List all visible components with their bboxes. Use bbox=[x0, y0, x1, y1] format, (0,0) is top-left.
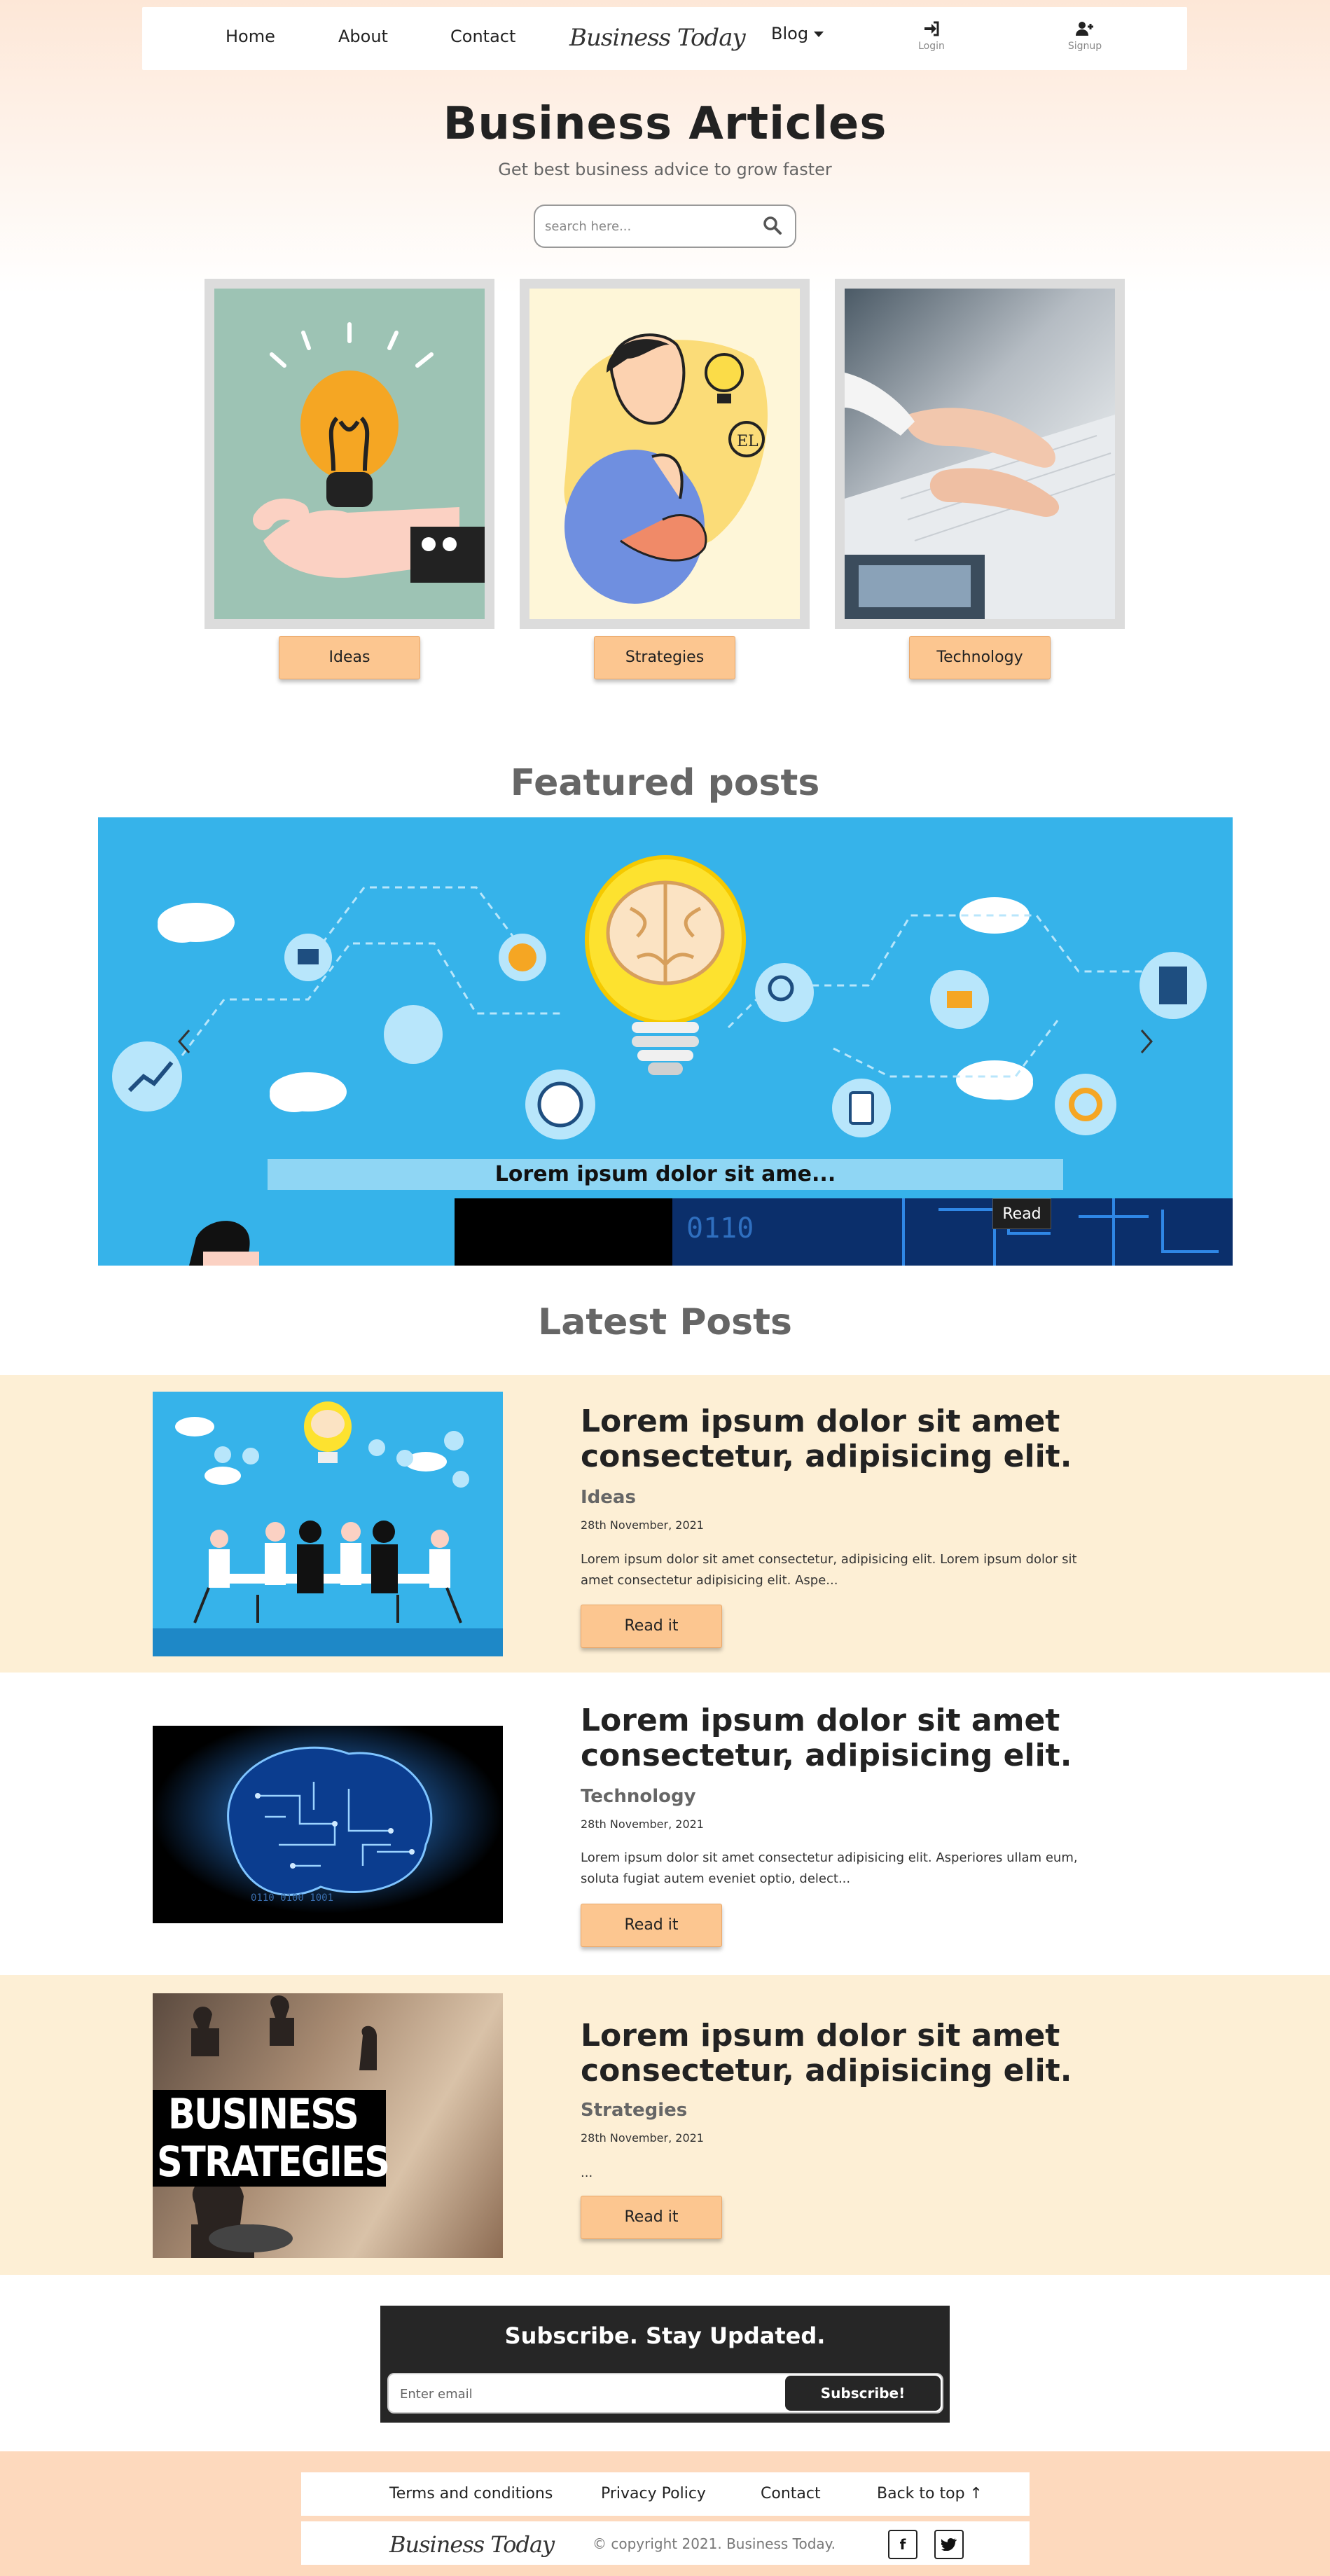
navbar: Home About Contact Business Today Blog L… bbox=[142, 7, 1187, 70]
nav-blog-label: Blog bbox=[771, 24, 809, 43]
privacy-link[interactable]: Privacy Policy bbox=[601, 2485, 706, 2502]
post-row: 0110 0100 1001 Lorem ipsum dolor sit ame… bbox=[0, 1673, 1330, 1975]
subscribe-title: Subscribe. Stay Updated. bbox=[504, 2322, 826, 2349]
read-it-button[interactable]: Read it bbox=[581, 1605, 722, 1648]
image-text-business: BUSINESS bbox=[168, 2090, 359, 2139]
post-date: 28th November, 2021 bbox=[581, 1518, 704, 1532]
brand-logo[interactable]: Business Today bbox=[569, 24, 746, 52]
post-category: Strategies bbox=[581, 2100, 688, 2121]
featured-carousel[interactable]: 0110 Lorem ipsum dolor sit ame... Read bbox=[98, 817, 1233, 1266]
nav-contact-link[interactable]: Contact bbox=[450, 27, 515, 46]
subscribe-button[interactable]: Subscribe! bbox=[785, 2376, 941, 2411]
chevron-right-icon bbox=[1140, 1030, 1153, 1053]
carousel-next-button[interactable] bbox=[1136, 1026, 1157, 1057]
nav-home-link[interactable]: Home bbox=[226, 27, 275, 46]
post-title[interactable]: Lorem ipsum dolor sit amet consectetur, … bbox=[581, 2018, 1211, 2089]
copyright-text: © copyright 2021. Business Today. bbox=[593, 2535, 836, 2552]
featured-heading: Featured posts bbox=[510, 762, 820, 804]
post-image-ideas bbox=[153, 1392, 503, 1656]
post-excerpt: Lorem ipsum dolor sit amet consectetur, … bbox=[581, 1552, 1077, 1588]
terms-link[interactable]: Terms and conditions bbox=[389, 2485, 553, 2502]
category-button-technology[interactable]: Technology bbox=[909, 636, 1051, 679]
category-card-strategies[interactable]: EL bbox=[520, 279, 810, 629]
subscribe-box: Subscribe. Stay Updated. Subscribe! bbox=[380, 2306, 950, 2423]
email-field[interactable] bbox=[400, 2384, 764, 2404]
post-category: Technology bbox=[581, 1786, 696, 1807]
carousel-read-button[interactable]: Read bbox=[992, 1198, 1051, 1229]
page-title: Business Articles bbox=[443, 98, 887, 150]
login-icon bbox=[903, 21, 960, 38]
footer-bottom: Business Today © copyright 2021. Busines… bbox=[301, 2521, 1030, 2565]
category-button-strategies[interactable]: Strategies bbox=[594, 636, 735, 679]
post-image-technology: 0110 0100 1001 bbox=[153, 1726, 503, 1923]
technology-image bbox=[845, 289, 1115, 619]
footer-brand[interactable]: Business Today bbox=[389, 2531, 555, 2558]
read-it-button[interactable]: Read it bbox=[581, 1904, 722, 1947]
page-subtitle: Get best business advice to grow faster bbox=[498, 160, 832, 179]
back-to-top-link[interactable]: Back to top ↑ bbox=[877, 2485, 983, 2502]
login-label: Login bbox=[918, 41, 945, 52]
nav-blog-dropdown[interactable]: Blog bbox=[771, 24, 824, 43]
post-title[interactable]: Lorem ipsum dolor sit amet consectetur, … bbox=[581, 1703, 1211, 1773]
post-category: Ideas bbox=[581, 1487, 636, 1508]
svg-text:EL: EL bbox=[737, 433, 758, 450]
chevron-left-icon bbox=[178, 1030, 191, 1053]
svg-text:0110: 0110 bbox=[686, 1212, 754, 1245]
search-box bbox=[534, 205, 796, 248]
image-text-strategies: STRATEGIES bbox=[157, 2138, 390, 2187]
post-row: BUSINESS STRATEGIES Lorem ipsum dolor si… bbox=[0, 1975, 1330, 2275]
latest-heading: Latest Posts bbox=[538, 1301, 792, 1343]
svg-text:0110 0100 1001: 0110 0100 1001 bbox=[251, 1892, 333, 1904]
footer-contact-link[interactable]: Contact bbox=[761, 2485, 821, 2502]
facebook-icon[interactable]: f bbox=[888, 2530, 917, 2559]
signup-label: Signup bbox=[1067, 41, 1102, 52]
search-input[interactable] bbox=[545, 216, 755, 237]
signup-link[interactable]: Signup bbox=[1057, 21, 1113, 52]
login-link[interactable]: Login bbox=[903, 21, 960, 52]
ideas-image bbox=[214, 289, 485, 619]
post-date: 28th November, 2021 bbox=[581, 1817, 704, 1831]
post-excerpt: ... bbox=[581, 2166, 593, 2180]
category-button-ideas[interactable]: Ideas bbox=[279, 636, 420, 679]
strategies-image: EL bbox=[529, 289, 800, 619]
category-card-technology[interactable] bbox=[835, 279, 1125, 629]
post-date: 28th November, 2021 bbox=[581, 2131, 704, 2145]
subscribe-form: Subscribe! bbox=[387, 2373, 943, 2414]
footer-links: Terms and conditions Privacy Policy Cont… bbox=[301, 2472, 1030, 2516]
search-icon[interactable] bbox=[763, 216, 782, 238]
twitter-icon[interactable] bbox=[934, 2530, 964, 2559]
post-excerpt: Lorem ipsum dolor sit amet consectetur a… bbox=[581, 1850, 1078, 1886]
footer: Terms and conditions Privacy Policy Cont… bbox=[0, 2451, 1330, 2576]
post-title[interactable]: Lorem ipsum dolor sit amet consectetur, … bbox=[581, 1404, 1211, 1474]
read-it-button[interactable]: Read it bbox=[581, 2196, 722, 2239]
category-card-ideas[interactable] bbox=[205, 279, 494, 629]
post-row: Lorem ipsum dolor sit amet consectetur, … bbox=[0, 1375, 1330, 1673]
carousel-caption: Lorem ipsum dolor sit ame... bbox=[268, 1159, 1063, 1190]
user-plus-icon bbox=[1057, 21, 1113, 38]
nav-about-link[interactable]: About bbox=[338, 27, 388, 46]
chevron-down-icon bbox=[814, 32, 824, 37]
carousel-prev-button[interactable] bbox=[174, 1026, 195, 1057]
post-image-strategies: BUSINESS STRATEGIES bbox=[153, 1993, 503, 2258]
